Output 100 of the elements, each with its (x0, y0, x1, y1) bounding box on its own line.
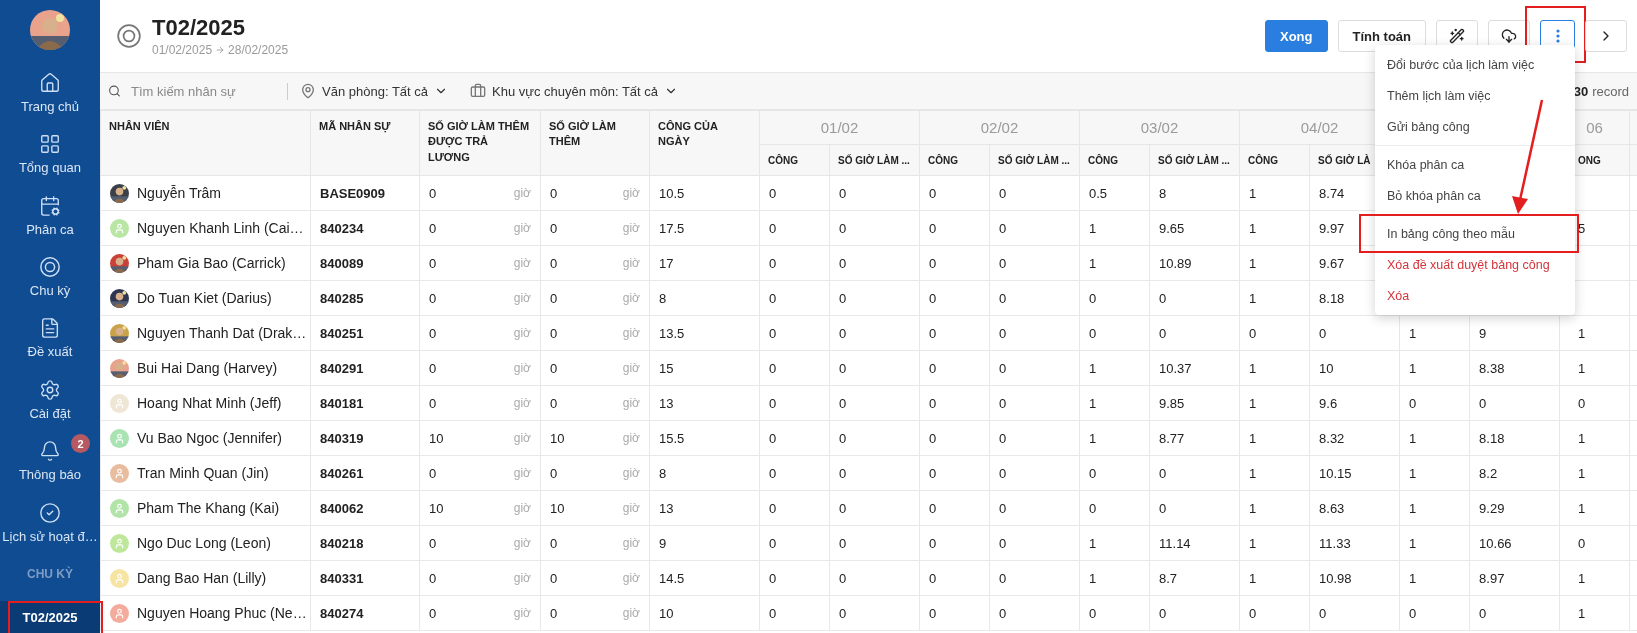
menu-item[interactable]: Đổi bước của lịch làm việc (1375, 49, 1575, 80)
table-cell: 0 (989, 385, 1080, 421)
table-cell: 10.98 (1309, 560, 1400, 596)
hours-value: 0 (550, 255, 558, 271)
bell-icon (39, 440, 61, 463)
nav-label: Lịch sử hoạt đ… (2, 528, 98, 544)
table-cell: 1 (1079, 420, 1150, 456)
table-cell: 840218 (310, 525, 420, 561)
nav-item[interactable]: Lịch sử hoạt đ… (0, 491, 100, 554)
table-cell: 0 (759, 315, 830, 351)
column-header: CÔNG (919, 144, 990, 176)
nav-item[interactable]: Chu kỳ (0, 246, 100, 308)
table-cell: 0 (1079, 455, 1150, 491)
unit-label: giờ (622, 291, 640, 305)
table-cell: 0 (829, 595, 920, 631)
filter-dropdown[interactable]: Khu vực chuyên môn: Tất cả (470, 83, 688, 99)
unit-label: giờ (622, 221, 640, 235)
more-icon (1555, 29, 1560, 43)
column-header: CÔNG CỦA NGÀY (649, 110, 760, 176)
calendar-icon (39, 194, 61, 217)
check-circle-icon (39, 501, 61, 524)
table-cell: 0 (759, 525, 830, 561)
table-cell: 8 (649, 280, 760, 316)
magic-wand-icon (1449, 28, 1465, 44)
unit-label: giờ (622, 361, 640, 375)
nav-item[interactable]: Trang chủ (0, 62, 100, 124)
hours-value: 0 (429, 465, 437, 481)
table-cell: 1 (1239, 525, 1310, 561)
period-item[interactable]: T02/2025 (0, 601, 100, 633)
table-cell: 1 (1559, 595, 1630, 631)
employee-name: Nguyen Thanh Dat (Drak… (137, 325, 307, 341)
employee-name: Do Tuan Kiet (Darius) (137, 290, 272, 306)
cloud-download-icon (1501, 28, 1517, 44)
employee-name: Pham Gia Bao (Carrick) (137, 255, 286, 271)
arrow-icon (215, 45, 226, 55)
done-button[interactable]: Xong (1265, 20, 1328, 52)
document-icon (39, 317, 61, 340)
table-cell: 840291 (310, 350, 420, 386)
hours-value: 0 (429, 570, 437, 586)
briefcase-icon (470, 83, 486, 99)
table-cell: 1 (1559, 560, 1630, 596)
unit-label: giờ (513, 326, 531, 340)
hours-value: 0 (429, 255, 437, 271)
column-header: MÃ NHÂN SỰ (310, 110, 420, 176)
table-cell: 0 (989, 490, 1080, 526)
search-field[interactable]: Tìm kiếm nhân sự (108, 82, 288, 100)
table-cell: 13.5 (649, 315, 760, 351)
table-cell: 8.32 (1309, 420, 1400, 456)
nav-item[interactable]: Phân ca (0, 184, 100, 247)
table-cell: 0 (1239, 315, 1310, 351)
table-cell: 0 (919, 490, 990, 526)
table-cell: 0 (829, 420, 920, 456)
employee-name: Pham The Khang (Kai) (137, 500, 280, 516)
table-cell: 10.89 (1149, 245, 1240, 281)
unit-label: giờ (622, 256, 640, 270)
unit-label: giờ (622, 396, 640, 410)
column-header: SỐ GIỜ LÀM ... (1149, 144, 1240, 176)
employee-name: Nguyen Khanh Linh (Cai… (137, 220, 304, 236)
unit-label: giờ (513, 536, 531, 550)
table-cell: 9.6 (1309, 385, 1400, 421)
column-header: SỐ GIỜ LÀM THÊM (540, 110, 650, 176)
hours-value: 0 (429, 535, 437, 551)
table-cell: 1 (1559, 490, 1630, 526)
table-cell: 1 (1239, 420, 1310, 456)
table-cell: 0 (919, 245, 990, 281)
table-cell: 0 (829, 175, 920, 211)
table-cell: 0 (829, 210, 920, 246)
table-cell: 0 (759, 385, 830, 421)
table-cell: 10 (649, 595, 760, 631)
table-cell: 9.65 (1149, 210, 1240, 246)
table-cell: 8 (649, 455, 760, 491)
table-cell: 1 (1399, 490, 1470, 526)
column-header: CÔNG (1239, 144, 1310, 176)
table-cell: 1 (1239, 280, 1310, 316)
menu-item[interactable]: Thêm lịch làm việc (1375, 80, 1575, 111)
table-cell: 840062 (310, 490, 420, 526)
nav-item[interactable]: Đề xuất (0, 307, 100, 370)
table-cell: 0 (759, 560, 830, 596)
table-cell: 14.5 (649, 560, 760, 596)
hours-value: 0 (429, 325, 437, 341)
nav-item[interactable]: Tổng quan (0, 123, 100, 185)
table-cell: 8.7 (1149, 560, 1240, 596)
hours-value: 0 (429, 360, 437, 376)
nav-item[interactable]: Cài đặt (0, 369, 100, 431)
table-cell: 1 (1079, 525, 1150, 561)
table-cell: 0 (1149, 280, 1240, 316)
table-cell: 1 (1079, 350, 1150, 386)
employee-name: Nguyễn Trâm (137, 185, 222, 201)
unit-label: giờ (513, 396, 531, 410)
table-cell: 840181 (310, 385, 420, 421)
unit-label: giờ (622, 466, 640, 480)
employee-name: Bui Hai Dang (Harvey) (137, 360, 278, 376)
table-cell: 9.85 (1149, 385, 1240, 421)
record-count: 30 (1573, 83, 1589, 99)
table-cell: 0 (989, 525, 1080, 561)
table-cell: 1 (1079, 560, 1150, 596)
target-icon (39, 255, 61, 278)
nav-item[interactable]: Thông báo 2 (0, 430, 100, 492)
unit-label: giờ (513, 466, 531, 480)
filter-dropdown[interactable]: Văn phòng: Tất cả (300, 83, 458, 99)
